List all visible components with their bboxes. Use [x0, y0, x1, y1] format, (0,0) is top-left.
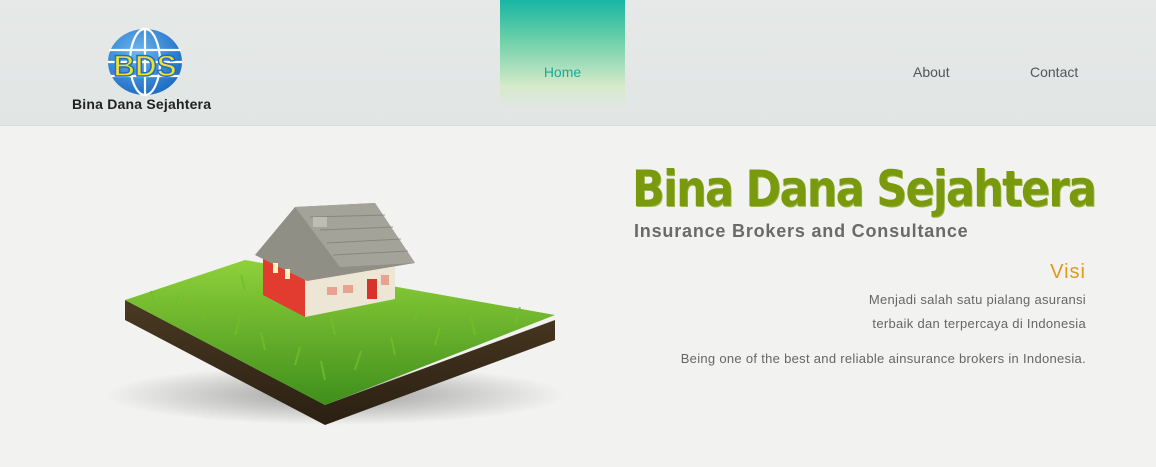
nav-home[interactable]: Home: [500, 0, 625, 108]
logo-company-name: Bina Dana Sejahtera: [72, 96, 212, 112]
site-header: BDS Bina Dana Sejahtera Home About Conta…: [0, 0, 1156, 126]
globe-logo-icon: BDS: [108, 27, 182, 97]
site-logo[interactable]: BDS Bina Dana Sejahtera: [60, 20, 230, 116]
hero-title: Bina Dana Sejahtera: [632, 160, 1097, 218]
nav-about[interactable]: About: [913, 64, 950, 80]
visi-text-id-line2: terbaik dan terpercaya di Indonesia: [872, 316, 1086, 331]
nav-home-label: Home: [543, 64, 582, 80]
house-on-grass-image: [105, 203, 565, 425]
nav-contact[interactable]: Contact: [1030, 64, 1078, 80]
logo-monogram: BDS: [113, 50, 176, 83]
hero-subtitle: Insurance Brokers and Consultance: [634, 221, 969, 241]
visi-heading: Visi: [1050, 261, 1086, 283]
visi-text-en: Being one of the best and reliable ainsu…: [680, 351, 1086, 366]
visi-text-id-line1: Menjadi salah satu pialang asuransi: [868, 292, 1086, 307]
